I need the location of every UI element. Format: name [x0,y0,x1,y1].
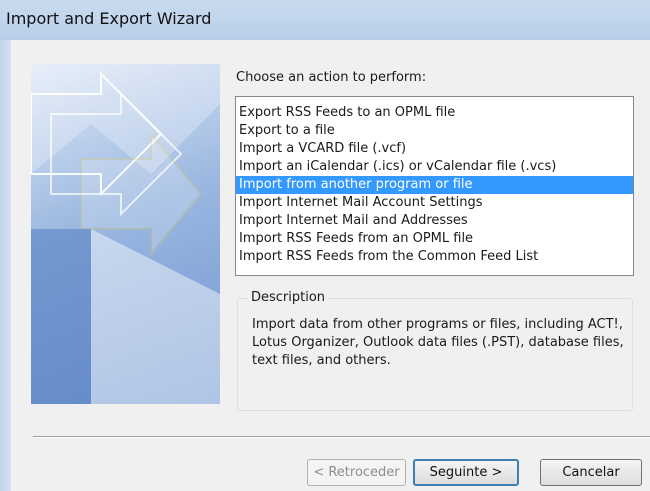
back-button[interactable]: < Retroceder [307,459,406,486]
description-text: Import data from other programs or files… [252,317,624,368]
cancel-button[interactable]: Cancelar [540,459,642,486]
list-item-import-mail-addresses[interactable]: Import Internet Mail and Addresses [236,212,633,230]
list-item-import-icalendar[interactable]: Import an iCalendar (.ics) or vCalendar … [236,158,633,176]
next-button[interactable]: Seguinte > [413,459,519,486]
list-item-export-to-file[interactable]: Export to a file [236,122,633,140]
title-bar[interactable]: Import and Export Wizard [0,0,650,40]
list-item-import-rss-common-feed[interactable]: Import RSS Feeds from the Common Feed Li… [236,248,633,266]
list-item-import-rss-opml[interactable]: Import RSS Feeds from an OPML file [236,230,633,248]
list-item-import-mail-account-settings[interactable]: Import Internet Mail Account Settings [236,194,633,212]
description-group: Description Import data from other progr… [237,290,633,411]
window-left-border [0,40,11,491]
description-legend: Description [248,290,329,305]
action-list[interactable]: Export RSS Feeds to an OPML file Export … [235,96,634,276]
import-export-wizard-window: Import and Export Wizard Choose an actio… [0,0,650,491]
action-prompt: Choose an action to perform: [236,70,427,85]
list-item-export-rss-opml[interactable]: Export RSS Feeds to an OPML file [236,104,633,122]
footer-separator [33,436,650,438]
wizard-banner-graphic [31,64,220,404]
list-item-import-from-program[interactable]: Import from another program or file [236,176,633,194]
list-item-import-vcard[interactable]: Import a VCARD file (.vcf) [236,140,633,158]
wizard-arrows-icon [31,64,220,404]
window-title: Import and Export Wizard [6,9,212,28]
